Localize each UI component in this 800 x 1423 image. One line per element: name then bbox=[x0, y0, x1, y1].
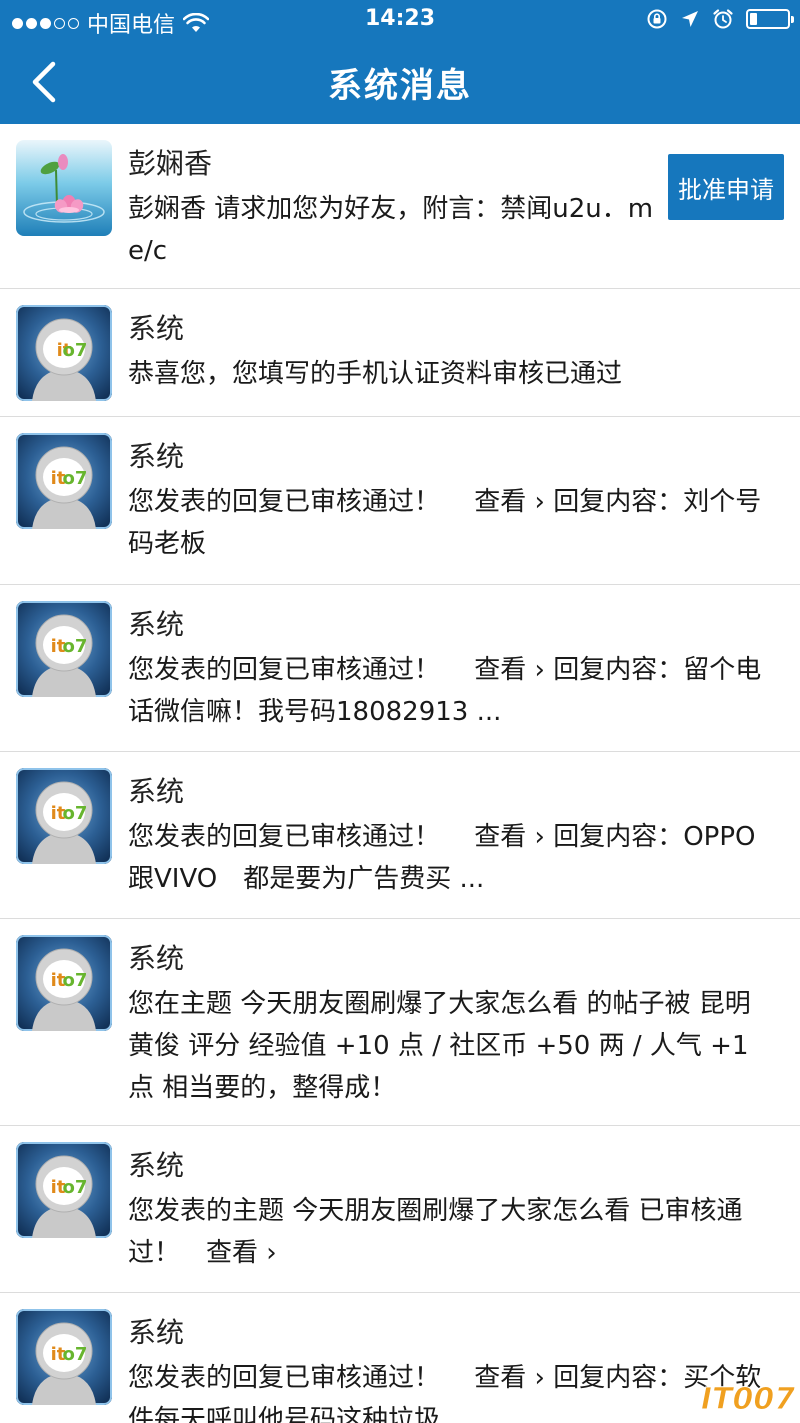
avatar[interactable]: it o7 bbox=[16, 935, 112, 1031]
message-content: 您发表的回复已审核通过！ 查看 › 回复内容：刘个号码老板 bbox=[128, 487, 762, 559]
approve-request-button[interactable]: 批准申请 bbox=[668, 154, 784, 220]
sender-name: 系统 bbox=[128, 942, 185, 975]
alarm-clock-icon bbox=[713, 9, 733, 29]
message-content: 您发表的主题 今天朋友圈刷爆了大家怎么看 已审核通过！ 查看 › bbox=[128, 1196, 743, 1268]
nav-bar: 系统消息 bbox=[0, 40, 800, 124]
sender-name: 系统 bbox=[128, 440, 185, 473]
sender-name: 彭娴香 bbox=[128, 147, 213, 180]
svg-text:o7: o7 bbox=[63, 803, 88, 824]
status-right bbox=[646, 8, 794, 30]
message-content: 您发表的回复已审核通过！ 查看 › 回复内容：OPPO跟VIVO 都是要为广告费… bbox=[128, 822, 756, 894]
message-row[interactable]: it o7 系统 您在主题 今天朋友圈刷爆了大家怎么看 的帖子被 昆明黄俊 评分… bbox=[0, 919, 800, 1126]
avatar[interactable]: it o7 bbox=[16, 601, 112, 697]
it007-mascot-avatar: it o7 bbox=[16, 1142, 112, 1238]
svg-text:o7: o7 bbox=[63, 970, 88, 991]
sender-name: 系统 bbox=[128, 775, 185, 808]
sender-name: 系统 bbox=[128, 608, 185, 641]
message-content: 恭喜您，您填写的手机认证资料审核已通过 bbox=[128, 359, 623, 389]
avatar[interactable]: it o7 bbox=[16, 1142, 112, 1238]
page-title: 系统消息 bbox=[328, 66, 472, 106]
sender-name: 系统 bbox=[128, 1316, 185, 1349]
message-content: 彭娴香 请求加您为好友，附言：禁闻u2u．me/c bbox=[128, 194, 654, 266]
it007-mascot-avatar: it o7 bbox=[16, 1309, 112, 1405]
svg-text:o7: o7 bbox=[63, 1344, 88, 1365]
message-content: 您发表的回复已审核通过！ 查看 › 回复内容：留个电话微信嘛！我号码180829… bbox=[128, 655, 762, 727]
message-row[interactable]: it o7 系统 您发表的回复已审核通过！ 查看 › 回复内容：买个软件每天呼叫… bbox=[0, 1293, 800, 1423]
message-row-friend-request[interactable]: 彭娴香 彭娴香 请求加您为好友，附言：禁闻u2u．me/c 批准申请 bbox=[0, 124, 800, 289]
location-arrow-icon bbox=[682, 11, 698, 27]
sender-name: 系统 bbox=[128, 1149, 185, 1182]
battery-level bbox=[750, 13, 757, 25]
it007-mascot-avatar: it o7 bbox=[16, 768, 112, 864]
sender-name: 系统 bbox=[128, 312, 185, 345]
app-screen: 中国电信 14:23 系统消息 彭娴香 彭娴香 请求加您为好友，附言：禁闻u2u… bbox=[0, 0, 800, 1423]
message-row[interactable]: it o7 系统 恭喜您，您填写的手机认证资料审核已通过 bbox=[0, 289, 800, 417]
svg-text:o7: o7 bbox=[63, 468, 88, 489]
it007-mascot-avatar: it o7 bbox=[16, 601, 112, 697]
svg-text:o7: o7 bbox=[63, 340, 88, 361]
rotation-lock-icon bbox=[647, 9, 667, 29]
message-content: 您发表的回复已审核通过！ 查看 › 回复内容：买个软件每天呼叫他号码这种垃圾 bbox=[128, 1363, 762, 1423]
it007-mascot-avatar: it o7 bbox=[16, 305, 112, 401]
message-row[interactable]: it o7 系统 您发表的回复已审核通过！ 查看 › 回复内容：留个电话微信嘛！… bbox=[0, 585, 800, 752]
svg-text:o7: o7 bbox=[63, 636, 88, 657]
message-list: 彭娴香 彭娴香 请求加您为好友，附言：禁闻u2u．me/c 批准申请 it o7… bbox=[0, 124, 800, 1423]
svg-text:o7: o7 bbox=[63, 1177, 88, 1198]
header: 中国电信 14:23 系统消息 bbox=[0, 0, 800, 124]
message-row[interactable]: it o7 系统 您发表的回复已审核通过！ 查看 › 回复内容：OPPO跟VIV… bbox=[0, 752, 800, 919]
avatar[interactable]: it o7 bbox=[16, 1309, 112, 1405]
message-content: 您在主题 今天朋友圈刷爆了大家怎么看 的帖子被 昆明黄俊 评分 经验值 +10 … bbox=[128, 989, 751, 1103]
avatar[interactable]: it o7 bbox=[16, 768, 112, 864]
message-row[interactable]: it o7 系统 您发表的主题 今天朋友圈刷爆了大家怎么看 已审核通过！ 查看 … bbox=[0, 1126, 800, 1293]
avatar[interactable]: it o7 bbox=[16, 305, 112, 401]
battery-icon bbox=[746, 9, 794, 29]
avatar[interactable]: it o7 bbox=[16, 433, 112, 529]
message-row[interactable]: it o7 系统 您发表的回复已审核通过！ 查看 › 回复内容：刘个号码老板 bbox=[0, 417, 800, 585]
it007-mascot-avatar: it o7 bbox=[16, 433, 112, 529]
it007-mascot-avatar: it o7 bbox=[16, 935, 112, 1031]
avatar[interactable] bbox=[16, 140, 112, 236]
status-bar: 中国电信 14:23 bbox=[0, 0, 800, 40]
lotus-avatar-image bbox=[16, 140, 112, 236]
